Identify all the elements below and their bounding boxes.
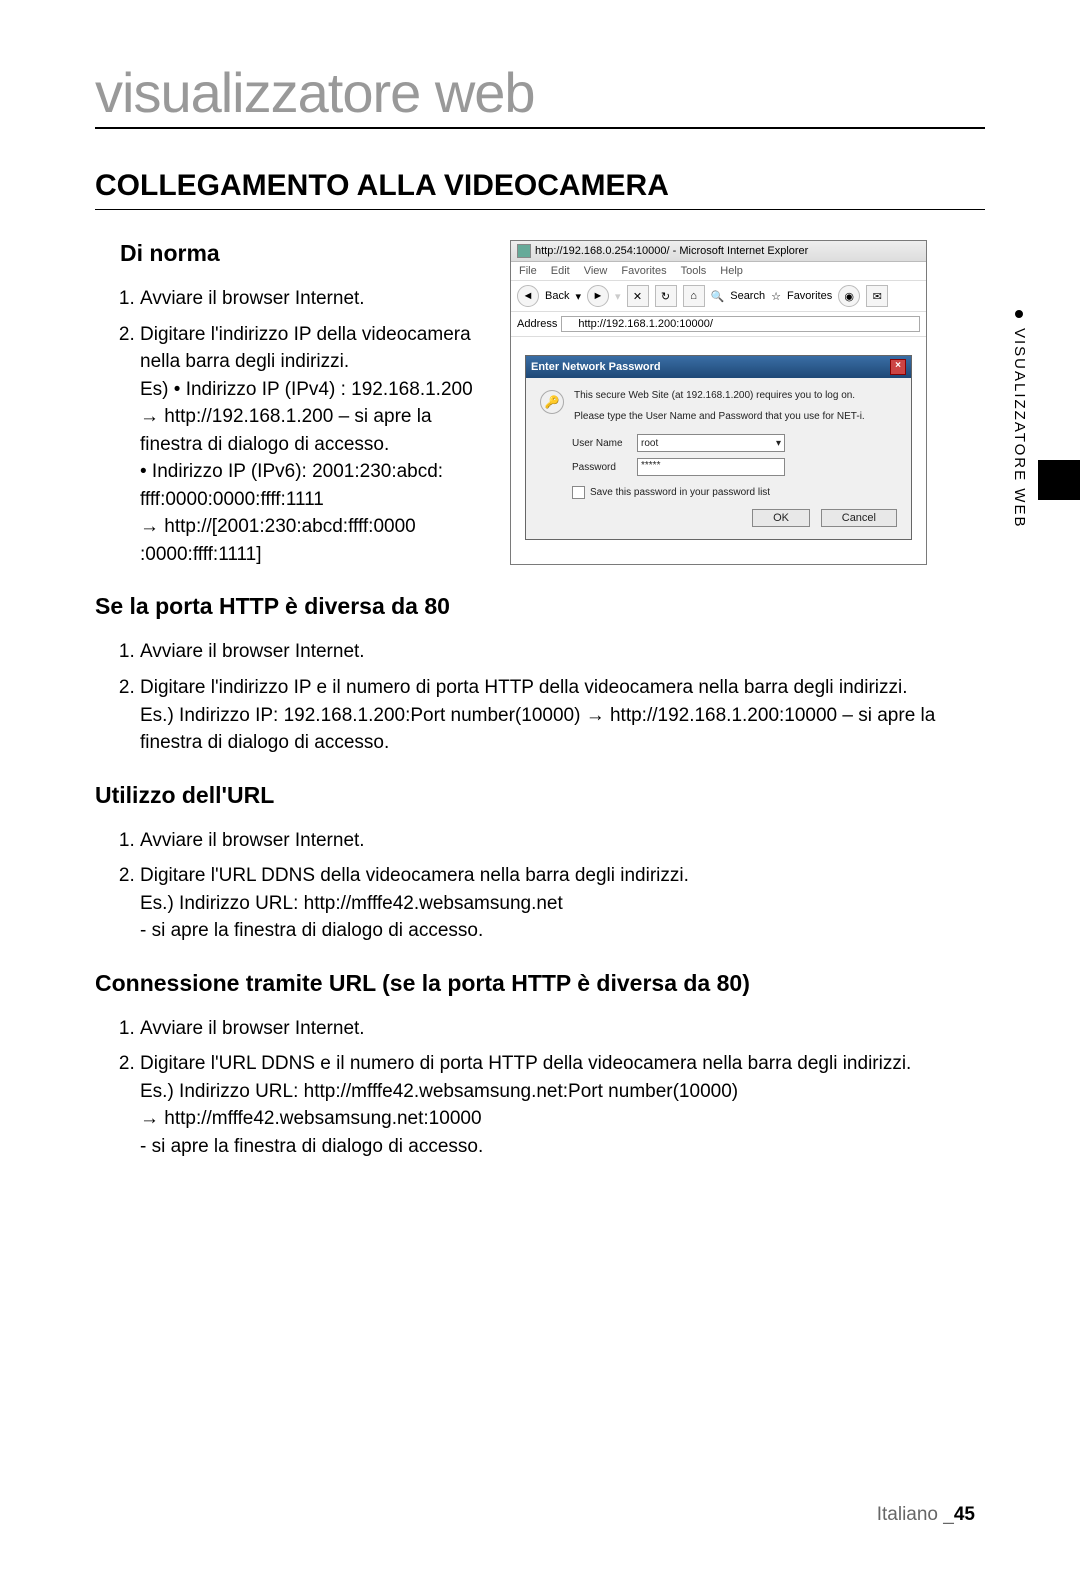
browser-toolbar: ◄ Back ▾ ► ▾ ✕ ↻ ⌂ 🔍 Search ☆ Favorites … [511,281,926,312]
list-item: Avviare il browser Internet. [140,638,985,666]
tab-bullet [1015,310,1023,318]
section-title: COLLEGAMENTO ALLA VIDEOCAMERA [95,169,985,210]
tab-marker [1038,460,1080,500]
list-item: Avviare il browser Internet. [140,1015,985,1043]
close-icon: × [890,359,906,375]
page-footer: Italiano _45 [877,1504,975,1526]
stop-icon: ✕ [627,285,649,307]
side-tab: VISUALIZZATORE WEB [1045,260,1080,660]
sub-heading-normal: Di norma [120,240,490,267]
browser-screenshot: http://192.168.0.254:10000/ - Microsoft … [510,240,927,565]
cancel-button: Cancel [821,509,897,527]
list-item: Digitare l'indirizzo IP della videocamer… [140,321,490,569]
save-password-label: Save this password in your password list [590,487,770,498]
url-favicon-icon [565,319,575,329]
page-main-title: visualizzatore web [95,60,985,129]
favorites-icon: ☆ [771,290,781,303]
dialog-text: This secure Web Site (at 192.168.1.200) … [540,390,897,401]
password-input: ***** [637,458,785,476]
sub-heading-http-port: Se la porta HTTP è diversa da 80 [95,593,490,620]
dialog-text: Please type the User Name and Password t… [540,411,897,422]
list-item: Avviare il browser Internet. [140,827,985,855]
ok-button: OK [752,509,810,527]
home-icon: ⌂ [683,285,705,307]
password-dialog: Enter Network Password × 🔑 This secure W… [525,355,912,540]
search-icon: 🔍 [711,290,725,303]
key-icon: 🔑 [540,390,564,414]
password-label: Password [572,462,637,473]
refresh-icon: ↻ [655,285,677,307]
browser-addressbar: Address http://192.168.1.200:10000/ [511,312,926,337]
sub-heading-url: Utilizzo dell'URL [95,782,985,809]
browser-menubar: FileEditViewFavoritesToolsHelp [511,262,926,281]
mail-icon: ✉ [866,285,888,307]
save-password-checkbox [572,486,585,499]
list-item: Avviare il browser Internet. [140,285,490,313]
username-label: User Name [572,438,637,449]
media-icon: ◉ [838,285,860,307]
forward-icon: ► [587,285,609,307]
sub-heading-url-port: Connessione tramite URL (se la porta HTT… [95,970,985,997]
side-tab-label: VISUALIZZATORE WEB [1011,328,1028,528]
username-input: root▾ [637,434,785,452]
list-item: Digitare l'URL DDNS e il numero di porta… [140,1050,985,1160]
list-item: Digitare l'indirizzo IP e il numero di p… [140,674,985,757]
back-icon: ◄ [517,285,539,307]
list-item: Digitare l'URL DDNS della videocamera ne… [140,862,985,945]
browser-favicon-icon [517,244,531,258]
dialog-title: Enter Network Password [531,361,661,373]
browser-titlebar: http://192.168.0.254:10000/ - Microsoft … [511,241,926,262]
